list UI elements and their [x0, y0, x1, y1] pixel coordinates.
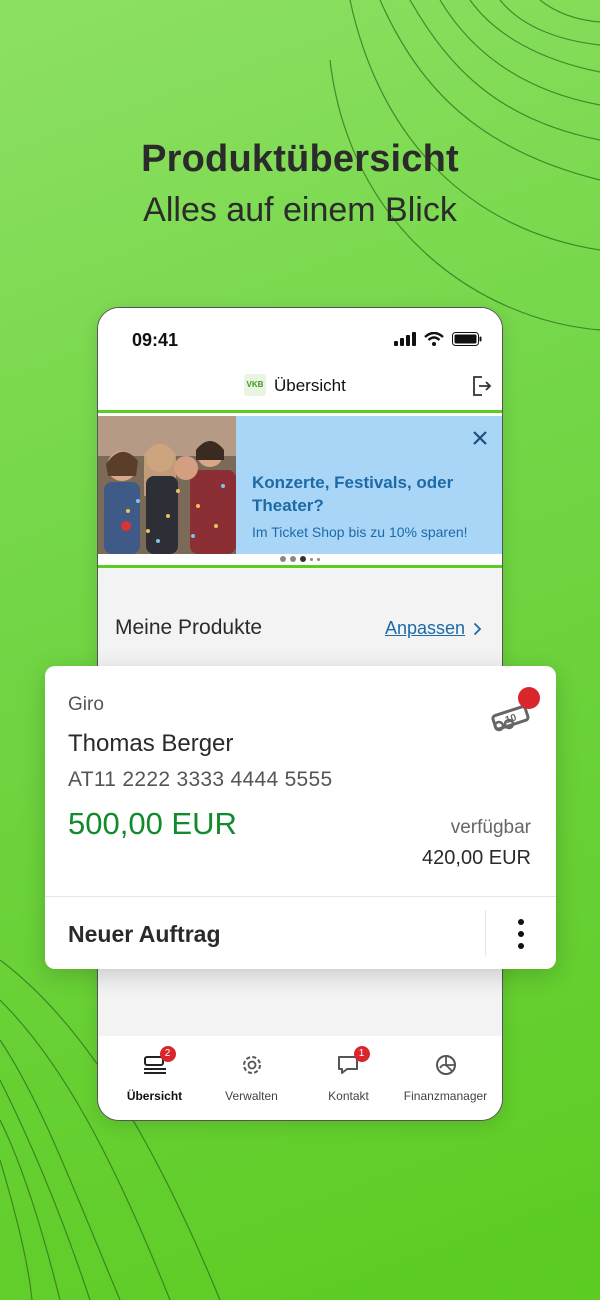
carousel-dot[interactable]: [317, 558, 320, 561]
tab-label: Übersicht: [126, 1089, 183, 1103]
notification-dot: [518, 687, 540, 709]
banner-headline: Konzerte, Festivals, oder Theater?: [252, 473, 454, 515]
adjust-link[interactable]: Anpassen: [385, 618, 482, 639]
tab-finance-manager[interactable]: Finanzmanager: [395, 1052, 496, 1103]
vkb-logo: VKB: [244, 374, 266, 396]
banner-subline: Im Ticket Shop bis zu 10% sparen!: [252, 524, 468, 540]
badge-count: 1: [353, 1046, 370, 1062]
chevron-right-icon: [473, 622, 482, 635]
account-iban: AT11 2222 3333 4444 5555: [68, 768, 333, 791]
tab-label: Finanzmanager: [403, 1089, 488, 1103]
account-balance: 500,00 EUR: [68, 806, 237, 841]
adjust-label[interactable]: Anpassen: [385, 618, 465, 639]
available-value: 420,00 EUR: [422, 847, 531, 869]
battery-icon: [452, 332, 482, 346]
products-section-header: Meine Produkte Anpassen: [98, 570, 502, 664]
finance-icon: [433, 1052, 459, 1078]
bottom-tab-bar: 2 Übersicht Verwalten 1 Kontakt Finanzma…: [98, 1036, 502, 1120]
badge-count: 2: [159, 1046, 176, 1062]
logout-icon[interactable]: [470, 374, 492, 398]
headline-subtitle: Alles auf einem Blick: [143, 191, 457, 229]
ticket-icon[interactable]: 10: [489, 686, 545, 736]
vertical-divider: [485, 910, 486, 956]
signal-icon: [394, 332, 416, 346]
carousel-dot[interactable]: [300, 556, 306, 562]
new-order-button[interactable]: Neuer Auftrag: [68, 921, 221, 948]
section-title: Meine Produkte: [115, 616, 263, 639]
more-options-icon[interactable]: [511, 918, 531, 950]
tab-manage[interactable]: Verwalten: [201, 1052, 302, 1103]
page-title: Übersicht: [274, 376, 346, 395]
close-icon[interactable]: [472, 430, 488, 446]
system-icons: [394, 332, 482, 346]
status-bar: 09:41: [98, 308, 502, 370]
status-time: 09:41: [132, 330, 179, 350]
tab-contact[interactable]: 1 Kontakt: [298, 1046, 399, 1103]
headline: Produktübersicht Alles auf einem Blick: [0, 138, 600, 230]
account-card[interactable]: Giro Thomas Berger AT11 2222 3333 4444 5…: [45, 666, 556, 969]
carousel-dot[interactable]: [280, 556, 286, 562]
tab-overview[interactable]: 2 Übersicht: [104, 1046, 205, 1103]
banner-content: Konzerte, Festivals, oder Theater? Im Ti…: [236, 416, 502, 554]
card-divider: [45, 896, 556, 897]
carousel-dot[interactable]: [310, 558, 313, 561]
wifi-icon: [424, 332, 444, 346]
carousel-dot[interactable]: [290, 556, 296, 562]
gear-icon: [239, 1052, 265, 1078]
tab-label: Verwalten: [225, 1089, 278, 1103]
account-holder: Thomas Berger: [68, 730, 234, 757]
account-category: Giro: [68, 694, 104, 715]
carousel-dots[interactable]: [98, 556, 502, 562]
headline-title: Produktübersicht: [141, 138, 459, 180]
promo-banner[interactable]: Konzerte, Festivals, oder Theater? Im Ti…: [98, 410, 502, 568]
app-bar: VKB Übersicht: [98, 370, 502, 410]
available-label: verfügbar: [450, 817, 531, 838]
festival-photo: [98, 416, 236, 554]
overview-icon: 2: [142, 1046, 176, 1078]
chat-icon: 1: [336, 1046, 370, 1078]
tab-label: Kontakt: [328, 1089, 369, 1103]
